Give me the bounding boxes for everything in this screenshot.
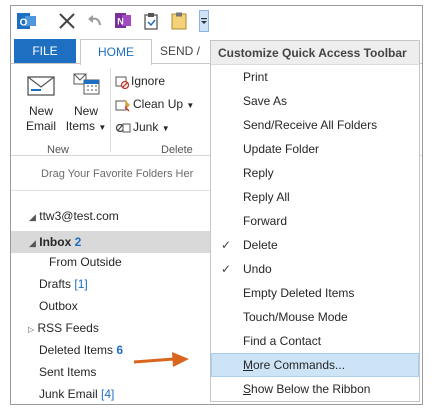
- chevron-down-icon: ▼: [161, 124, 170, 133]
- folder-label: Sent Items: [39, 365, 97, 379]
- paste-icon[interactable]: [169, 11, 189, 31]
- menu-item-undo[interactable]: ✓ Undo: [211, 257, 419, 281]
- new-items-label-1: New: [73, 104, 98, 118]
- new-email-icon: [25, 72, 57, 100]
- menu-item-send-receive[interactable]: Send/Receive All Folders: [211, 113, 419, 137]
- undo-icon[interactable]: [85, 11, 105, 31]
- chevron-down-icon: ▼: [186, 101, 195, 110]
- group-label-delete: Delete: [161, 144, 193, 156]
- unread-count: 2: [74, 235, 82, 249]
- junk-icon: [115, 123, 131, 133]
- new-items-icon: [70, 72, 102, 100]
- customize-dropdown-icon[interactable]: [199, 10, 209, 32]
- menu-item-label: Touch/Mouse Mode: [243, 310, 348, 324]
- access-key: S: [243, 382, 252, 396]
- menu-item-label: Find a Contact: [243, 334, 322, 348]
- new-email-label-1: New: [28, 104, 53, 118]
- menu-item-label: Forward: [243, 214, 288, 228]
- menu-item-find-contact[interactable]: Find a Contact: [211, 329, 419, 353]
- cleanup-icon: [115, 98, 130, 112]
- cleanup-label: Clean Up: [133, 97, 184, 111]
- menu-item-touch-mouse-mode[interactable]: Touch/Mouse Mode: [211, 305, 419, 329]
- menu-item-label: Delete: [243, 238, 278, 252]
- folder-inbox[interactable]: ◢ Inbox 2: [11, 231, 211, 253]
- new-email-label-2: Email: [25, 119, 56, 133]
- customize-qat-menu: Customize Quick Access Toolbar Print Sav…: [210, 40, 420, 402]
- ignore-icon: [115, 76, 130, 89]
- tab-file[interactable]: FILE: [14, 39, 76, 64]
- cleanup-button[interactable]: Clean Up ▼: [115, 95, 194, 115]
- menu-item-reply[interactable]: Reply: [211, 161, 419, 185]
- ignore-button[interactable]: Ignore: [115, 72, 165, 92]
- tab-home[interactable]: HOME: [80, 39, 152, 65]
- collapse-icon[interactable]: ◢: [29, 212, 36, 222]
- account-header[interactable]: ◢ ttw3@test.com: [11, 205, 211, 227]
- menu-item-show-below-ribbon[interactable]: Show Below the Ribbon: [211, 377, 419, 401]
- folder-label: Drafts: [39, 277, 72, 291]
- menu-item-label: Save As: [243, 94, 288, 108]
- item-count: [1]: [74, 277, 88, 291]
- outlook-icon: O: [17, 11, 37, 31]
- junk-button[interactable]: Junk ▼: [115, 118, 170, 138]
- menu-item-label: how Below the Ribbon: [251, 382, 371, 396]
- svg-text:O: O: [20, 18, 28, 29]
- tab-send-receive[interactable]: SEND /: [160, 39, 200, 64]
- new-items-label-2: Items: [65, 119, 96, 133]
- folder-junk-email[interactable]: Junk Email [4]: [11, 383, 211, 404]
- close-icon[interactable]: [57, 11, 77, 31]
- folder-label: Deleted Items: [39, 343, 114, 357]
- folder-drafts[interactable]: Drafts [1]: [11, 273, 211, 295]
- menu-item-label: Reply: [243, 166, 274, 180]
- menu-item-label: Reply All: [243, 190, 290, 204]
- menu-item-label: Undo: [243, 262, 272, 276]
- folder-label: Inbox: [39, 235, 72, 249]
- quick-access-toolbar: O N: [11, 6, 422, 36]
- folder-label: Junk Email: [39, 387, 98, 401]
- menu-item-empty-deleted[interactable]: Empty Deleted Items: [211, 281, 419, 305]
- menu-item-label: Send/Receive All Folders: [243, 118, 378, 132]
- unread-count: 6: [116, 343, 124, 357]
- checkmark-icon: ✓: [221, 238, 232, 252]
- folder-label: RSS Feeds: [37, 321, 99, 335]
- account-name: ttw3@test.com: [39, 209, 119, 223]
- new-items-button[interactable]: New Items ▼: [63, 64, 109, 135]
- item-count: [4]: [101, 387, 115, 401]
- menu-title: Customize Quick Access Toolbar: [211, 41, 419, 65]
- menu-item-label: Print: [243, 70, 268, 84]
- menu-item-label: ore Commands...: [253, 358, 346, 372]
- chevron-down-icon: ▼: [98, 123, 107, 132]
- junk-label: Junk: [133, 120, 159, 134]
- folder-rss-feeds[interactable]: ▷ RSS Feeds: [11, 317, 211, 339]
- svg-text:N: N: [117, 17, 124, 27]
- menu-item-update-folder[interactable]: Update Folder: [211, 137, 419, 161]
- menu-item-print[interactable]: Print: [211, 65, 419, 89]
- menu-item-label: Update Folder: [243, 142, 320, 156]
- collapse-icon[interactable]: ◢: [29, 238, 36, 248]
- outlook-window: O N FILE HOME SEND / New Email New Items…: [10, 5, 423, 405]
- new-email-button[interactable]: New Email: [21, 64, 61, 134]
- folder-outbox[interactable]: Outbox: [11, 295, 211, 317]
- menu-item-forward[interactable]: Forward: [211, 209, 419, 233]
- expand-icon[interactable]: ▷: [28, 325, 34, 334]
- checkmark-icon: ✓: [221, 262, 232, 276]
- onenote-icon[interactable]: N: [113, 11, 133, 31]
- group-label-new: New: [47, 144, 70, 156]
- menu-item-more-commands[interactable]: More Commands...: [211, 353, 419, 377]
- clipboard-icon[interactable]: [141, 11, 161, 31]
- pointer-arrow-icon: [133, 352, 189, 367]
- ignore-label: Ignore: [131, 74, 166, 88]
- menu-item-delete[interactable]: ✓ Delete: [211, 233, 419, 257]
- folder-from-outside[interactable]: From Outside: [11, 251, 211, 273]
- menu-item-save-as[interactable]: Save As: [211, 89, 419, 113]
- access-key: M: [243, 358, 253, 372]
- favorites-drop-hint: Drag Your Favorite Folders Her: [11, 157, 211, 191]
- folder-label: From Outside: [49, 255, 122, 269]
- group-divider: [110, 68, 111, 152]
- menu-item-label: Empty Deleted Items: [243, 286, 355, 300]
- folder-label: Outbox: [39, 299, 78, 313]
- menu-item-reply-all[interactable]: Reply All: [211, 185, 419, 209]
